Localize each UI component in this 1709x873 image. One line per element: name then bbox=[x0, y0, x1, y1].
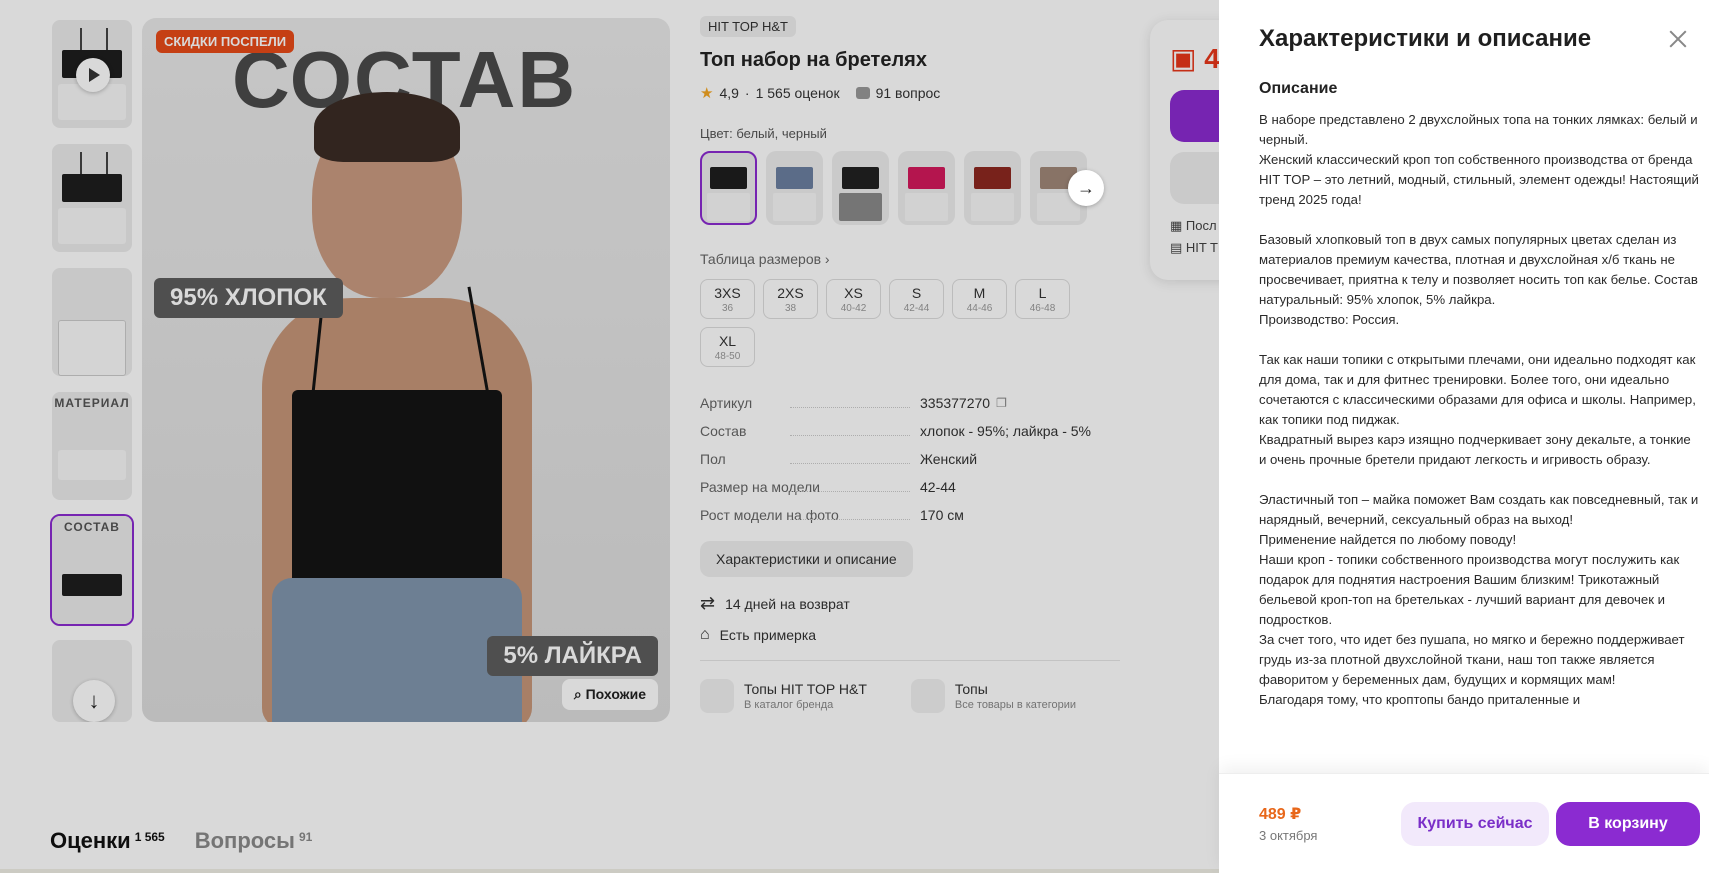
add-to-cart-button[interactable]: В корзину bbox=[1556, 802, 1700, 846]
close-icon[interactable] bbox=[1667, 28, 1689, 50]
description-line: Эластичный топ – майка поможет Вам созда… bbox=[1259, 492, 1699, 527]
description-line: Благодаря тому, что кроптопы бандо прита… bbox=[1259, 692, 1581, 707]
description-body[interactable]: В наборе представлено 2 двухслойных топа… bbox=[1259, 110, 1699, 770]
buy-now-button[interactable]: Купить сейчас bbox=[1401, 802, 1549, 846]
description-line: За счет того, что идет без пушапа, но мя… bbox=[1259, 632, 1685, 687]
arrow-right-icon[interactable]: → bbox=[1068, 170, 1104, 206]
description-line: Применение найдется по любому поводу! bbox=[1259, 532, 1517, 547]
drawer-footer: 489 ₽ 3 октября Купить сейчас В корзину bbox=[1219, 773, 1709, 873]
description-line: Женский классический кроп топ собственно… bbox=[1259, 152, 1699, 207]
description-line: Наши кроп - топики собственного производ… bbox=[1259, 552, 1680, 627]
description-line: Производство: Россия. bbox=[1259, 312, 1400, 327]
description-line: В наборе представлено 2 двухслойных топа… bbox=[1259, 112, 1698, 147]
specs-description-drawer: Характеристики и описание Описание В наб… bbox=[1219, 0, 1709, 873]
description-heading: Описание bbox=[1259, 80, 1338, 97]
description-line: Базовый хлопковый топ в двух самых попул… bbox=[1259, 232, 1698, 307]
description-line: Квадратный вырез карэ изящно подчеркивае… bbox=[1259, 432, 1691, 467]
description-line: Так как наши топики с открытыми плечами,… bbox=[1259, 352, 1696, 427]
delivery-date: 3 октября bbox=[1259, 828, 1318, 843]
drawer-title: Характеристики и описание bbox=[1259, 25, 1592, 52]
footer-price: 489 ₽ bbox=[1259, 806, 1302, 823]
